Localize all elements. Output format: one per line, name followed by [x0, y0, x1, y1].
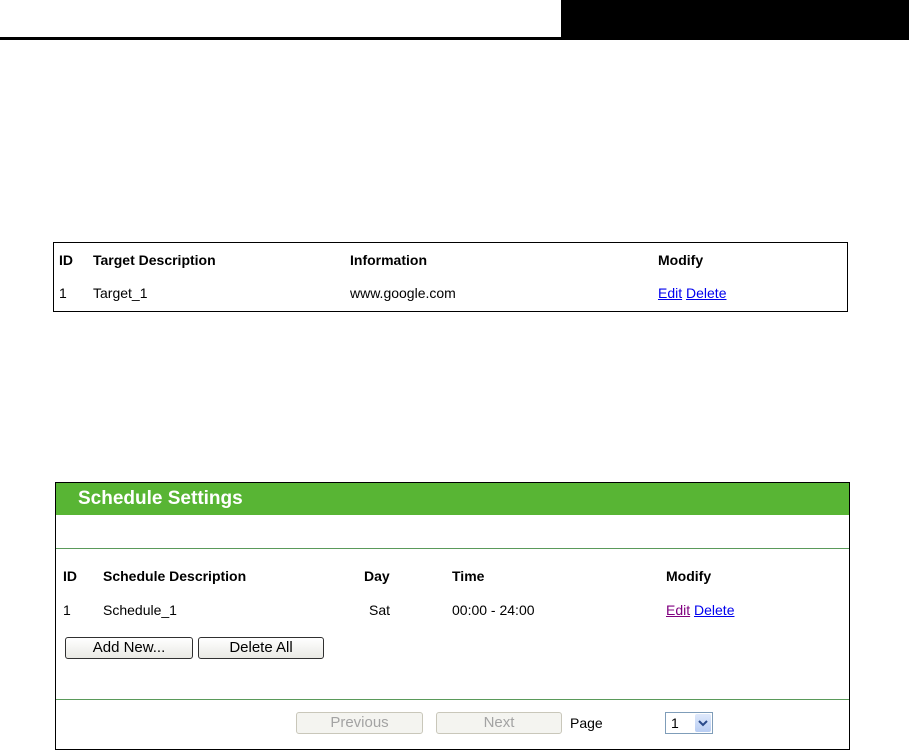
target-row-information: www.google.com: [350, 285, 456, 301]
chevron-down-icon[interactable]: [695, 714, 711, 732]
previous-button[interactable]: Previous: [296, 712, 423, 734]
target-row-id: 1: [59, 285, 67, 301]
divider-top: [56, 548, 849, 549]
delete-all-button[interactable]: Delete All: [198, 637, 324, 659]
schedule-row-modify: Edit Delete: [666, 602, 734, 618]
schedule-delete-link[interactable]: Delete: [694, 602, 734, 618]
schedule-edit-link[interactable]: Edit: [666, 602, 690, 618]
schedule-row-day: Sat: [369, 602, 391, 618]
col-header-information: Information: [350, 252, 427, 268]
page-label: Page: [570, 715, 603, 731]
next-button[interactable]: Next: [436, 712, 562, 734]
divider-bottom: [56, 699, 849, 700]
col-header-id: ID: [59, 252, 73, 268]
target-table: ID Target Description Information Modify…: [53, 242, 848, 312]
target-edit-link[interactable]: Edit: [658, 285, 682, 301]
schedule-settings-title: Schedule Settings: [56, 483, 849, 515]
target-delete-link[interactable]: Delete: [686, 285, 726, 301]
target-row-description: Target_1: [93, 285, 148, 301]
schedule-row-time: 00:00 - 24:00: [452, 602, 535, 618]
col-header-modify: Modify: [666, 568, 712, 584]
schedule-row-description: Schedule_1: [103, 602, 177, 618]
col-header-id: ID: [63, 568, 77, 584]
page-select[interactable]: 1: [665, 712, 713, 734]
target-row-modify: Edit Delete: [658, 285, 726, 301]
add-new-button[interactable]: Add New...: [65, 637, 193, 659]
col-header-modify: Modify: [658, 252, 704, 268]
col-header-time: Time: [452, 568, 485, 584]
col-header-schedule-description: Schedule Description: [103, 568, 247, 584]
page-select-value: 1: [671, 715, 679, 731]
header-black-block: [561, 0, 909, 40]
schedule-row-id: 1: [63, 602, 71, 618]
col-header-day: Day: [364, 568, 390, 584]
schedule-settings-panel: Schedule Settings ID Schedule Descriptio…: [55, 482, 850, 750]
col-header-target-description: Target Description: [93, 252, 216, 268]
